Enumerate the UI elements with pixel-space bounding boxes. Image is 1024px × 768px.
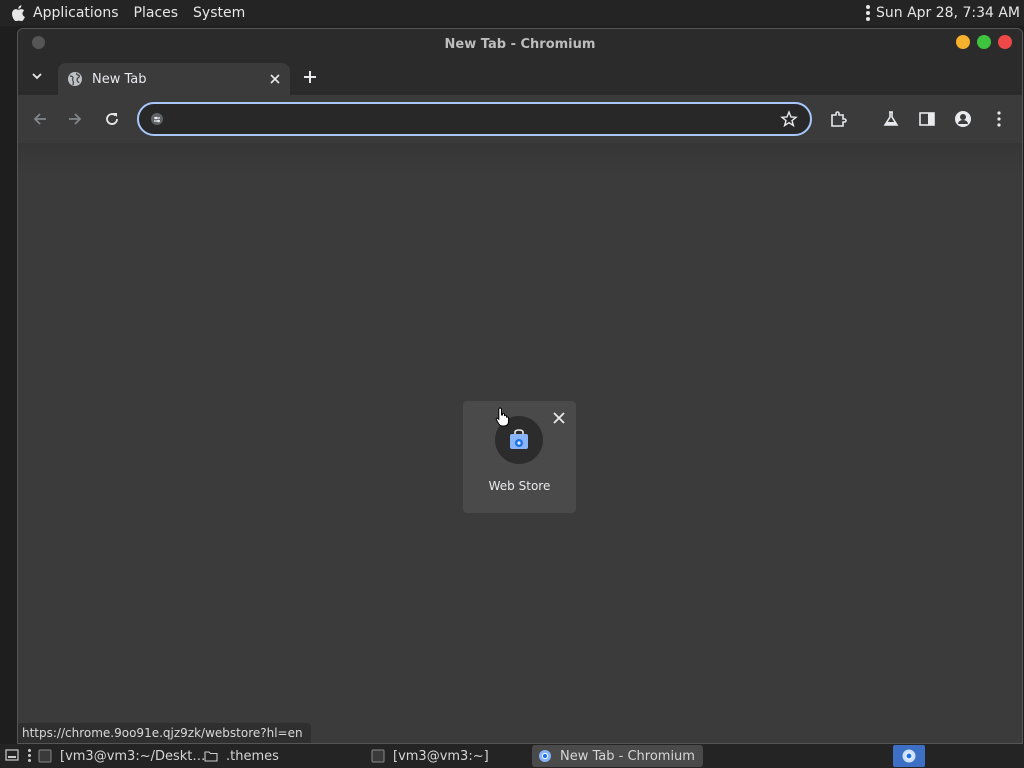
tab-strip: New Tab [18, 59, 1022, 95]
tray-chromium-icon[interactable] [893, 745, 925, 767]
places-menu[interactable]: Places [134, 5, 179, 21]
chevron-down-icon [32, 73, 42, 80]
task-label: .themes [226, 748, 279, 764]
new-tab-page: Web Store https://chrome.9oo91e.qjz9zk/w… [18, 143, 1022, 743]
terminal-icon [38, 749, 52, 763]
web-store-shortcut[interactable]: Web Store [463, 401, 576, 513]
maximize-button[interactable] [977, 35, 991, 49]
chromium-icon [539, 750, 551, 762]
task-label: [vm3@vm3:~/Deskt… [60, 748, 206, 764]
taskbar-grip-icon[interactable] [28, 749, 31, 762]
window-titlebar[interactable]: New Tab - Chromium [18, 29, 1022, 59]
chromium-window: New Tab - Chromium New Tab Web Store htt… [17, 28, 1023, 744]
bookmark-star-icon[interactable] [780, 110, 798, 128]
close-button[interactable] [998, 35, 1012, 49]
task-folder-themes[interactable]: .themes [204, 745, 279, 767]
address-input[interactable] [175, 109, 765, 129]
kebab-menu-icon[interactable] [989, 109, 1009, 129]
task-terminal-home[interactable]: [vm3@vm3:~] [371, 745, 489, 767]
tab-title: New Tab [92, 71, 147, 87]
tab-new-tab[interactable]: New Tab [58, 63, 290, 95]
shortcut-label: Web Store [488, 479, 551, 493]
bottom-taskbar: [vm3@vm3:~/Deskt… .themes [vm3@vm3:~] Ne… [0, 744, 1024, 768]
status-bubble-url: https://chrome.9oo91e.qjz9zk/webstore?hl… [18, 723, 311, 743]
terminal-icon [371, 749, 385, 763]
site-info-icon[interactable] [149, 111, 165, 127]
hand-pointer-cursor-icon [495, 407, 509, 427]
globe-icon [68, 72, 82, 86]
forward-arrow-icon[interactable] [65, 109, 85, 129]
task-label: New Tab - Chromium [560, 748, 695, 764]
show-desktop-icon[interactable] [5, 749, 19, 761]
apple-logo-icon[interactable] [11, 5, 25, 21]
back-arrow-icon[interactable] [30, 109, 50, 129]
top-panel: Applications Places System Sun Apr 28, 7… [0, 0, 1024, 26]
system-menu[interactable]: System [193, 5, 245, 21]
tab-search-button[interactable] [28, 67, 46, 85]
reload-icon[interactable] [102, 109, 122, 129]
browser-toolbar [18, 95, 1022, 143]
profile-avatar-icon[interactable] [953, 109, 973, 129]
side-panel-icon[interactable] [917, 109, 937, 129]
extensions-puzzle-icon[interactable] [828, 109, 848, 129]
task-label: [vm3@vm3:~] [393, 748, 489, 764]
window-title: New Tab - Chromium [444, 36, 596, 52]
minimize-button[interactable] [956, 35, 970, 49]
labs-flask-icon[interactable] [881, 109, 901, 129]
remove-shortcut-icon[interactable] [552, 411, 566, 425]
window-menu-icon[interactable] [32, 36, 45, 49]
tab-close-icon[interactable] [268, 72, 282, 86]
chromium-tray-icon [902, 749, 916, 763]
task-terminal-desktop[interactable]: [vm3@vm3:~/Deskt… [38, 745, 205, 767]
new-tab-plus-icon[interactable] [301, 68, 319, 86]
toolbar-shadow [18, 143, 1022, 173]
clock[interactable]: Sun Apr 28, 7:34 AM [876, 5, 1020, 21]
panel-handle-icon[interactable] [865, 5, 870, 21]
address-bar[interactable] [137, 102, 812, 136]
folder-icon [204, 751, 218, 762]
task-chromium[interactable]: New Tab - Chromium [532, 745, 703, 767]
applications-menu[interactable]: Applications [33, 5, 119, 21]
web-store-icon [510, 429, 528, 449]
